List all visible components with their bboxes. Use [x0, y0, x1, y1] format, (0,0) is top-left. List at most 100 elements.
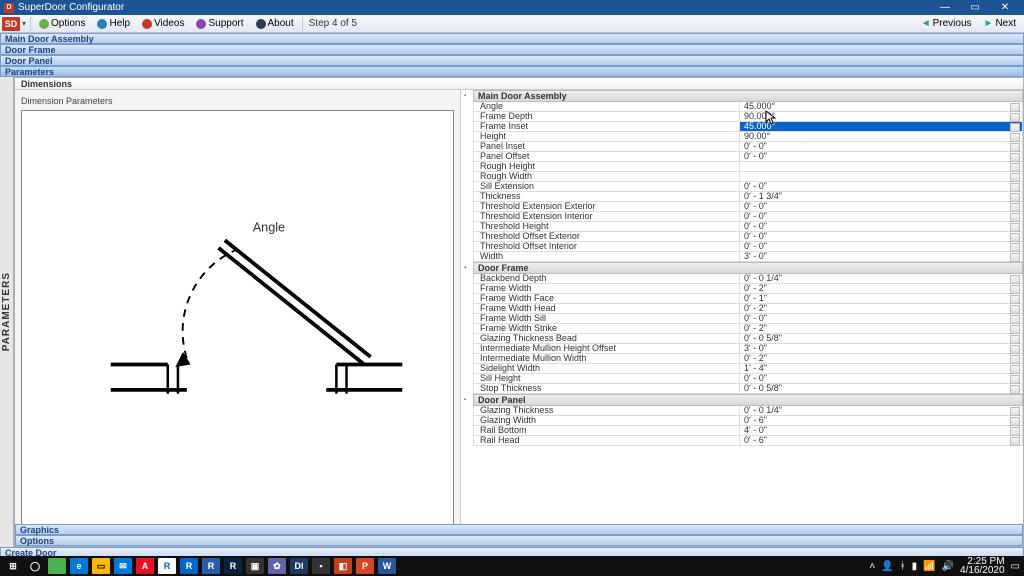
taskbar: ⊞ ◯ e ▭ ✉ A R R R R ▣ ✿ Dl ▪ ◧ P W ˄ 👤 ᚼ…	[0, 556, 1024, 576]
param-value[interactable]: 0' - 6"	[740, 416, 1023, 426]
chrome-icon[interactable]	[48, 558, 66, 574]
powerpoint-icon[interactable]: P	[356, 558, 374, 574]
app-icon-1[interactable]: ▣	[246, 558, 264, 574]
wifi-icon[interactable]: 📶	[923, 561, 935, 572]
section-door-frame[interactable]: Door Frame	[0, 44, 1024, 55]
revit-icon-4[interactable]: R	[224, 558, 242, 574]
about-button[interactable]: About	[250, 15, 300, 33]
param-value[interactable]: 0' - 0"	[740, 212, 1023, 222]
revit-icon-3[interactable]: R	[202, 558, 220, 574]
param-value[interactable]: 0' - 2"	[740, 354, 1023, 364]
param-value[interactable]: 0' - 0 1/4"	[740, 274, 1023, 284]
terminal-icon[interactable]: ▪	[312, 558, 330, 574]
param-key: Width	[473, 252, 740, 262]
support-button[interactable]: Support	[190, 15, 249, 33]
section-graphics[interactable]: Graphics	[15, 524, 1023, 535]
toolbar: SD ▾ Options Help Videos Support About S…	[0, 15, 1024, 33]
param-value[interactable]: 0' - 0"	[740, 142, 1023, 152]
param-value[interactable]: 0' - 2"	[740, 324, 1023, 334]
minimize-button[interactable]: —	[930, 0, 960, 15]
param-row[interactable]: Panel Offset0' - 0"	[473, 152, 1023, 162]
app-icon-3[interactable]: ◧	[334, 558, 352, 574]
param-value[interactable]: 45.000°	[740, 102, 1023, 112]
param-value[interactable]: 0' - 6"	[740, 436, 1023, 446]
gear-icon	[39, 19, 49, 29]
param-key: Threshold Offset Interior	[473, 242, 740, 252]
dropdown-arrow-icon[interactable]: ▾	[22, 19, 26, 28]
angle-text: Angle	[253, 220, 285, 234]
param-value[interactable]	[740, 172, 1023, 182]
play-icon	[142, 19, 152, 29]
bluetooth-icon[interactable]: ᚼ	[900, 561, 906, 572]
param-value[interactable]: 0' - 0"	[740, 152, 1023, 162]
param-row[interactable]: Rough Height	[473, 162, 1023, 172]
param-value[interactable]: 1' - 4"	[740, 364, 1023, 374]
param-value[interactable]: 90.00°	[740, 132, 1023, 142]
start-button[interactable]: ⊞	[4, 558, 22, 574]
section-door-panel[interactable]: Door Panel	[0, 55, 1024, 66]
edge-icon[interactable]: e	[70, 558, 88, 574]
section-options[interactable]: Options	[15, 535, 1023, 546]
param-value[interactable]: 0' - 2"	[740, 284, 1023, 294]
user-icon[interactable]: 👤	[881, 561, 893, 572]
videos-button[interactable]: Videos	[136, 15, 190, 33]
clock[interactable]: 2:25 PM4/16/2020	[960, 557, 1005, 575]
section-parameters[interactable]: Parameters	[0, 66, 1024, 77]
volume-icon[interactable]: 🔊	[942, 561, 954, 572]
maximize-button[interactable]: ▭	[960, 0, 990, 15]
param-row[interactable]: Width3' - 0"	[473, 252, 1023, 262]
left-pane: Dimension Parameters Angle	[15, 90, 461, 524]
options-button[interactable]: Options	[33, 15, 91, 33]
autocad-icon[interactable]: A	[136, 558, 154, 574]
param-value[interactable]: 0' - 0"	[740, 222, 1023, 232]
param-value[interactable]: 45.000°	[740, 122, 1023, 132]
notifications-icon[interactable]: ▭	[1011, 561, 1020, 572]
side-tab-parameters[interactable]: PARAMETERS	[0, 77, 14, 547]
info-icon	[256, 19, 266, 29]
support-icon	[196, 19, 206, 29]
param-value[interactable]: 3' - 0"	[740, 252, 1023, 262]
param-value[interactable]: 0' - 0"	[740, 232, 1023, 242]
param-value[interactable]	[740, 162, 1023, 172]
parameter-grid: Main Door AssemblyAngle45.000°Frame Dept…	[461, 90, 1023, 524]
param-value[interactable]: 0' - 1"	[740, 294, 1023, 304]
cortana-icon[interactable]: ◯	[26, 558, 44, 574]
battery-icon[interactable]: ▮	[912, 561, 918, 572]
param-key: Rail Head	[473, 436, 740, 446]
word-icon[interactable]: W	[378, 558, 396, 574]
param-value[interactable]: 0' - 0 5/8"	[740, 334, 1023, 344]
param-value[interactable]: 0' - 0 1/4"	[740, 406, 1023, 416]
dimensions-header: Dimensions	[15, 78, 1023, 90]
help-button[interactable]: Help	[91, 15, 136, 33]
param-value[interactable]: 0' - 0"	[740, 202, 1023, 212]
app-icon-2[interactable]: Dl	[290, 558, 308, 574]
param-value[interactable]: 0' - 0"	[740, 242, 1023, 252]
app-icon: D	[4, 3, 14, 13]
param-value[interactable]: 0' - 0 5/8"	[740, 384, 1023, 394]
explorer-icon[interactable]: ▭	[92, 558, 110, 574]
previous-button[interactable]: ◄Previous	[915, 15, 978, 33]
param-row[interactable]: Stop Thickness0' - 0 5/8"	[473, 384, 1023, 394]
param-value[interactable]: 0' - 2"	[740, 304, 1023, 314]
outlook-icon[interactable]: ✉	[114, 558, 132, 574]
app-logo[interactable]: SD	[2, 17, 20, 31]
system-tray[interactable]: ˄ 👤 ᚼ ▮ 📶 🔊 2:25 PM4/16/2020 ▭	[869, 557, 1020, 575]
step-indicator: Step 4 of 5	[309, 18, 357, 29]
next-button[interactable]: ►Next	[978, 15, 1022, 33]
revit-icon-2[interactable]: R	[180, 558, 198, 574]
param-row[interactable]: Rail Head0' - 6"	[473, 436, 1023, 446]
param-value[interactable]: 0' - 0"	[740, 182, 1023, 192]
teams-icon[interactable]: ✿	[268, 558, 286, 574]
param-value[interactable]: 90.000°	[740, 112, 1023, 122]
close-button[interactable]: ✕	[990, 0, 1020, 15]
section-main-assembly[interactable]: Main Door Assembly	[0, 33, 1024, 44]
tray-up-icon[interactable]: ˄	[869, 561, 875, 572]
param-value[interactable]: 3' - 0"	[740, 344, 1023, 354]
param-value[interactable]: 0' - 1 3/4"	[740, 192, 1023, 202]
param-value[interactable]: 0' - 0"	[740, 314, 1023, 324]
param-value[interactable]: 0' - 0"	[740, 374, 1023, 384]
param-key: Stop Thickness	[473, 384, 740, 394]
revit-icon-1[interactable]: R	[158, 558, 176, 574]
param-value[interactable]: 4' - 0"	[740, 426, 1023, 436]
dimension-parameters-label: Dimension Parameters	[21, 96, 454, 106]
